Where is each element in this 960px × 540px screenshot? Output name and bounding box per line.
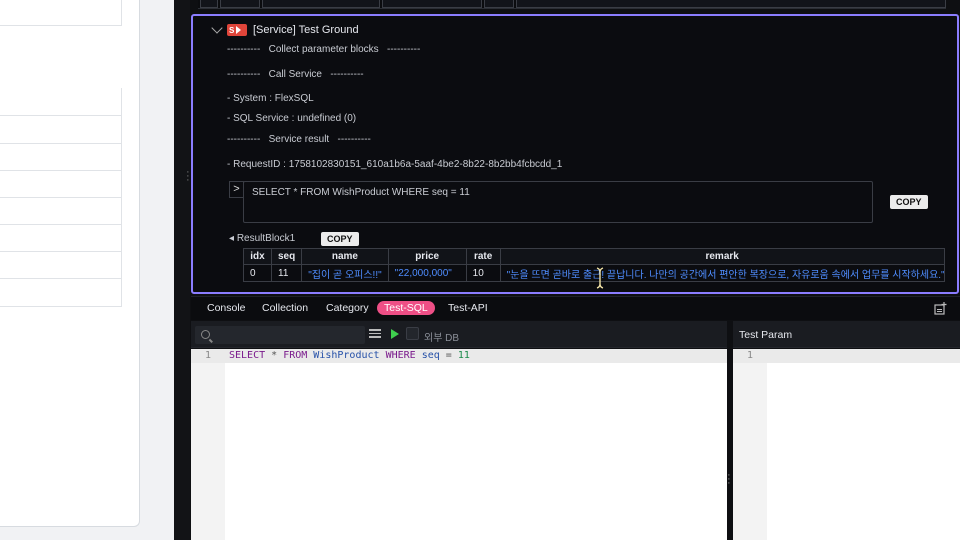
code-token: FROM [283,350,308,361]
result-table: idx seq name price rate remark 0 11 "집이 … [243,248,945,282]
log-line: ---------- Service result ---------- [227,134,371,145]
test-param-title: Test Param [739,329,793,341]
result-block-label[interactable]: ◂ ResultBlock1 [229,233,295,244]
service-icon: S [227,24,247,36]
text-cursor-icon [596,267,604,289]
tab-console[interactable]: Console [207,302,246,314]
list-row [0,252,122,279]
table-cell: "집이 곧 오피스!!" [301,264,389,282]
left-panel [0,0,140,527]
tab-collection[interactable]: Collection [262,302,308,314]
code-token: 11 [451,350,470,361]
table-cell: 10 [465,264,501,282]
column-header: seq [270,248,303,265]
copy-result-button[interactable]: COPY [321,232,359,246]
code-token: seq [415,350,446,361]
expand-query-button[interactable]: > [229,181,244,198]
list-row [0,225,122,252]
table-cell: "22,000,000" [387,264,467,282]
list-row [0,0,122,26]
log-line: ---------- Call Service ---------- [227,69,364,80]
panel-resize-handle[interactable]: · · · [174,0,190,540]
list-row [0,279,122,307]
test-param-editor[interactable]: 1 [733,349,960,540]
tab-category[interactable]: Category [326,302,369,314]
line-number: 1 [747,350,754,361]
drag-dots-icon: · · · [186,166,190,186]
code-line[interactable]: SELECT * FROM WishProduct WHERE seq = 11 [229,350,470,361]
code-token: WHERE [385,350,416,361]
line-gutter [191,349,225,540]
editor-search-input[interactable] [195,326,365,344]
table-cell: 0 [243,264,272,282]
service-header[interactable]: S [Service] Test Ground [211,22,359,38]
active-line-highlight [733,349,960,363]
search-icon [201,330,210,339]
service-result-block: S [Service] Test Ground ---------- Colle… [191,14,959,294]
test-param-header: Test Param [733,321,960,348]
previous-result-row [198,0,946,9]
copy-query-button[interactable]: COPY [890,195,928,209]
sql-editor-toolbar: 외부 DB [191,321,727,348]
tab-test-sql[interactable]: Test-SQL [377,301,435,315]
table-cell: 11 [270,264,303,282]
column-header: name [301,248,389,265]
code-token: SELECT [229,350,266,361]
list-row [0,144,122,171]
log-line: ---------- Collect parameter blocks ----… [227,44,421,55]
drag-dots-icon: · · · [727,469,731,489]
request-id: - RequestID : 1758102830151_610a1b6a-5aa… [227,159,563,170]
sql-editor[interactable]: 1 SELECT * FROM WishProduct WHERE seq = … [191,349,727,540]
tab-test-api[interactable]: Test-API [448,302,488,314]
code-token: * [265,350,284,361]
log-line: - SQL Service : undefined (0) [227,113,357,124]
query-display: SELECT * FROM WishProduct WHERE seq = 11 [243,181,873,223]
bottom-tab-bar: Console Collection Category Test-SQL Tes… [191,296,960,320]
line-gutter [733,349,767,540]
panel-settings-icon[interactable] [934,301,948,315]
run-icon[interactable] [391,329,399,339]
column-header: remark [499,248,945,265]
service-title: [Service] Test Ground [253,24,359,36]
external-db-checkbox[interactable] [406,327,419,340]
list-row [0,88,122,116]
column-header: price [387,248,467,265]
back-arrow-icon: ◂ [229,233,237,244]
list-row [0,198,122,225]
format-icon[interactable] [369,329,381,339]
list-row [0,171,122,198]
table-cell: "눈을 뜨면 곧바로 출근! 끝납니다. 나만의 공간에서 편안한 복장으로, … [499,264,945,282]
query-text: SELECT * FROM WishProduct WHERE seq = 11 [252,187,470,198]
log-line: - System : FlexSQL [227,93,314,104]
list-row [0,116,122,144]
column-header: rate [465,248,501,265]
external-db-label: 외부 DB [424,333,460,344]
column-header: idx [243,248,272,265]
code-token: WishProduct [307,350,386,361]
chevron-down-icon[interactable] [211,22,223,34]
line-number: 1 [205,350,212,361]
table-row: 0 11 "집이 곧 오피스!!" "22,000,000" 10 "눈을 뜨면… [243,264,945,282]
